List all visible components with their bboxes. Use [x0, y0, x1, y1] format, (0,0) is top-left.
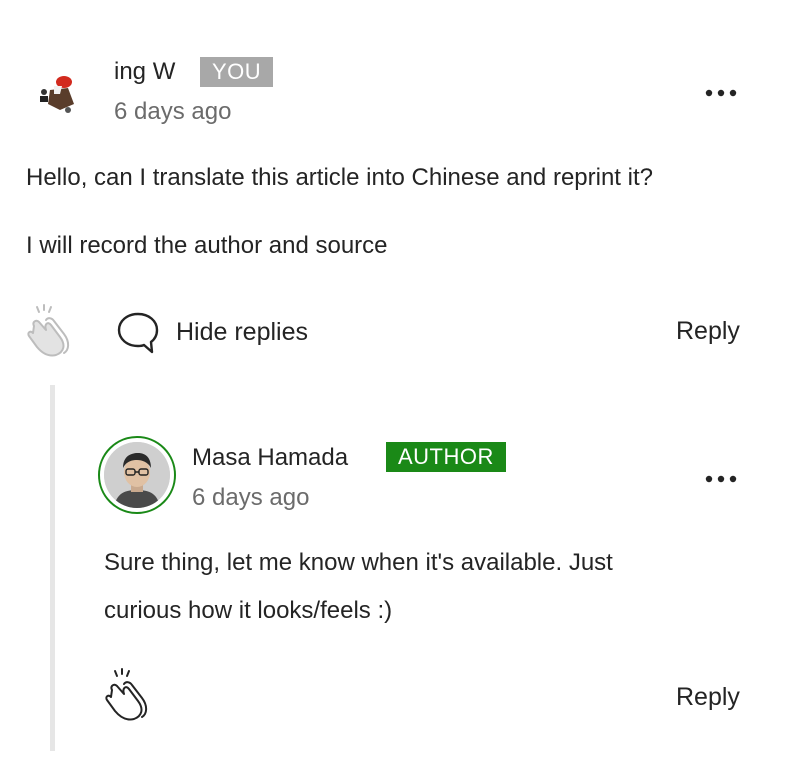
avatar[interactable]: [104, 442, 170, 508]
comment-paragraph: I will record the author and source: [26, 232, 388, 259]
comment-timestamp[interactable]: 6 days ago: [114, 98, 231, 126]
you-badge: YOU: [200, 57, 274, 87]
clap-icon: [27, 304, 70, 357]
thread-line: [50, 385, 55, 751]
hide-replies-button[interactable]: Hide replies: [176, 318, 308, 347]
comment-author[interactable]: ing W: [114, 58, 175, 86]
author-badge: AUTHOR: [386, 442, 506, 472]
reply-timestamp[interactable]: 6 days ago: [192, 484, 309, 512]
comment-paragraph: Hello, can I translate this article into…: [26, 164, 653, 191]
reply-button[interactable]: Reply: [676, 317, 740, 346]
clap-icon: [105, 668, 148, 721]
reply-button[interactable]: Reply: [676, 683, 740, 712]
reply-text-line: curious how it looks/feels :): [104, 597, 393, 624]
reply-more-options-button[interactable]: [705, 466, 737, 486]
more-options-button[interactable]: [705, 80, 737, 100]
more-options-icon: [705, 89, 737, 97]
speech-bubble-icon: [117, 312, 159, 354]
avatar[interactable]: [24, 60, 88, 124]
more-options-icon: [705, 475, 737, 483]
reply-clap-button[interactable]: [102, 666, 154, 722]
clap-button[interactable]: [24, 302, 76, 358]
reply-text-line: Sure thing, let me know when it's availa…: [104, 549, 613, 576]
toggle-replies-button[interactable]: [116, 310, 162, 356]
reply-author[interactable]: Masa Hamada: [192, 444, 348, 472]
